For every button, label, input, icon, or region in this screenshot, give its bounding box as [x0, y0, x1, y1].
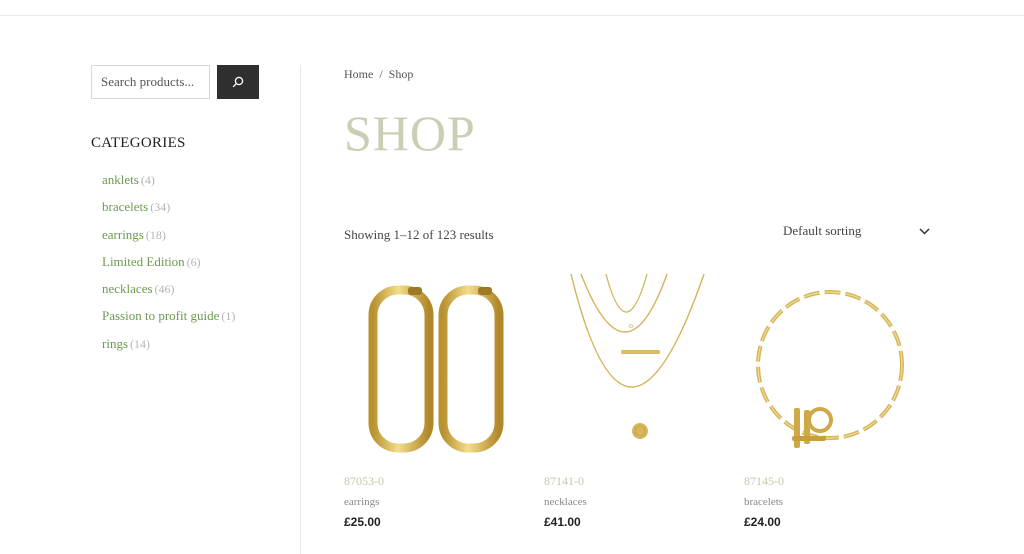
product-price: £25.00	[344, 515, 381, 529]
category-list: anklets (4) bracelets (34) earrings (18) Li…	[91, 166, 291, 357]
category-link[interactable]: Passion to profit guide	[102, 308, 219, 323]
product-sku[interactable]: 87053-0	[344, 474, 509, 489]
product-card: 87053-0 earrings £25.00	[344, 270, 509, 529]
category-count: (6)	[186, 254, 201, 269]
search-icon	[232, 76, 244, 88]
category-link[interactable]: rings	[102, 336, 128, 351]
category-item-anklets: anklets (4)	[102, 166, 291, 193]
page-title: SHOP	[344, 105, 476, 161]
sidebar: CATEGORIES anklets(4) bracelets(34) earr…	[91, 65, 291, 357]
product-sku[interactable]: 87141-0	[544, 474, 709, 489]
category-item-bracelets: bracelets (34)	[102, 193, 291, 220]
search-button[interactable]	[217, 65, 259, 99]
layered-gold-necklace-icon	[570, 273, 705, 439]
product-sku[interactable]: 87145-0	[744, 474, 909, 489]
sorting-selected-value: Default sorting	[783, 223, 862, 238]
product-search-form	[91, 65, 291, 99]
category-count: (18)	[145, 227, 166, 242]
category-count: (14)	[130, 336, 150, 351]
gold-chain-bracelet-icon	[756, 290, 904, 448]
search-input[interactable]	[91, 65, 210, 99]
breadcrumb-home-link[interactable]: Home	[344, 67, 373, 81]
product-image[interactable]	[544, 270, 709, 465]
product-category: earrings	[344, 496, 380, 508]
gold-hoop-earrings-icon	[368, 285, 504, 453]
categories-heading: CATEGORIES	[91, 135, 186, 151]
chevron-down-icon	[919, 227, 930, 235]
shop-main: Home / Shop SHOP Showing 1–12 of 123 resul…	[344, 0, 944, 554]
category-item-passion-to-profit-guide: Passion to profit guide (1)	[102, 302, 291, 329]
product-image[interactable]	[744, 270, 909, 465]
category-count: (46)	[154, 282, 175, 297]
category-link[interactable]: necklaces	[102, 281, 153, 296]
category-item-rings: rings (14)	[102, 330, 291, 357]
sorting-select[interactable]: Default sorting	[783, 222, 930, 240]
product-price: £24.00	[744, 515, 781, 529]
product-category: bracelets	[744, 496, 784, 508]
category-item-limited-edition: Limited Edition (6)	[102, 248, 291, 275]
breadcrumb-current: Shop	[388, 67, 414, 81]
sidebar-divider	[300, 65, 301, 554]
product-price: £41.00	[544, 515, 581, 529]
product-card: 87141-0 necklaces £41.00	[544, 270, 709, 529]
product-image[interactable]	[344, 270, 509, 465]
result-count: Showing 1–12 of 123 results	[344, 227, 494, 242]
category-link[interactable]: Limited Edition	[102, 254, 185, 269]
breadcrumb-separator: /	[379, 67, 383, 81]
product-category: necklaces	[544, 496, 587, 508]
breadcrumb: Home / Shop	[344, 67, 413, 82]
category-item-necklaces: necklaces (46)	[102, 275, 291, 302]
category-item-earrings: earrings (18)	[102, 221, 291, 248]
category-link[interactable]: anklets	[102, 172, 139, 187]
category-count: (1)	[221, 309, 236, 324]
product-card: 87145-0 bracelets £24.00	[744, 270, 909, 529]
category-link[interactable]: bracelets	[102, 199, 148, 214]
category-link[interactable]: earrings	[102, 227, 144, 242]
category-count: (34)	[150, 200, 171, 215]
category-count: (4)	[140, 173, 155, 187]
